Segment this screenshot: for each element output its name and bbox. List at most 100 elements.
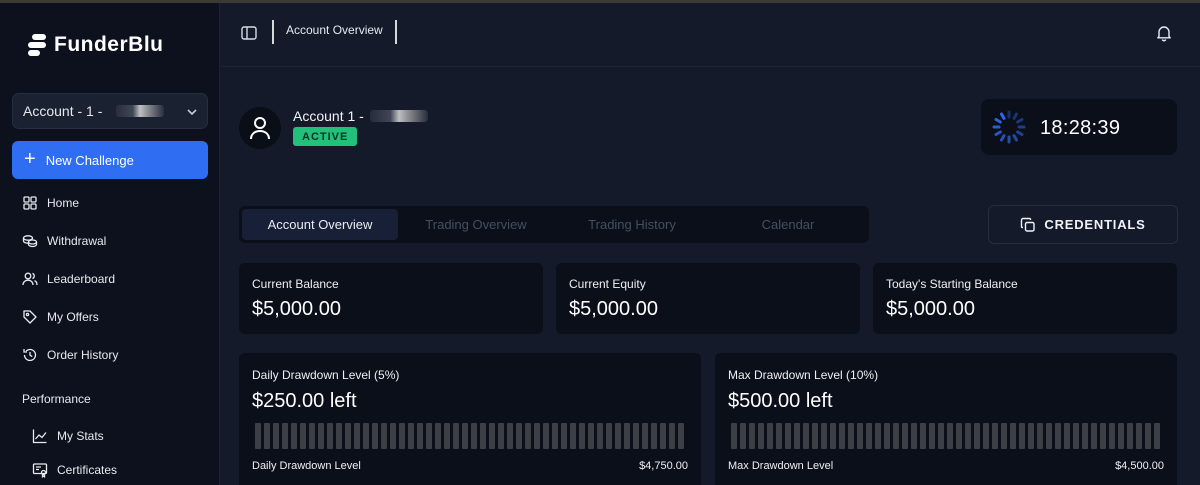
progress-segment [1046, 423, 1052, 449]
progress-segment [983, 423, 989, 449]
progress-segment [273, 423, 279, 449]
logo-mark-icon [28, 34, 48, 56]
progress-segment [803, 423, 809, 449]
progress-segment [507, 423, 513, 449]
progress-segment [965, 423, 971, 449]
spinner-segment [1000, 134, 1006, 142]
brand-name: FunderBlu [54, 33, 164, 56]
status-badge: ACTIVE [293, 127, 358, 146]
clock-time: 18:28:39 [1040, 117, 1121, 139]
progress-segment [947, 423, 953, 449]
progress-segment [1109, 423, 1115, 449]
progress-segment [830, 423, 836, 449]
progress-segment [651, 423, 657, 449]
drawdown-footer-value: $4,750.00 [639, 460, 688, 472]
progress-segment [660, 423, 666, 449]
drawdown-footer-label: Daily Drawdown Level [252, 460, 361, 472]
sidebar-item-home[interactable]: Home [22, 195, 79, 211]
progress-segment [552, 423, 558, 449]
sidebar: FunderBlu Account - 1 - + New Challenge … [0, 3, 220, 485]
sidebar-item-my-stats[interactable]: My Stats [32, 428, 104, 444]
progress-segment [1010, 423, 1016, 449]
progress-segment [1118, 423, 1124, 449]
sidebar-item-my-offers[interactable]: My Offers [22, 309, 99, 325]
certificate-icon [32, 463, 48, 478]
clock-card: 18:28:39 [981, 99, 1177, 155]
tab-calendar[interactable]: Calendar [710, 209, 866, 240]
stat-label: Today's Starting Balance [886, 277, 1018, 291]
spinner-segment [994, 118, 1002, 124]
account-name: Account 1 - [293, 108, 428, 124]
progress-segment [282, 423, 288, 449]
progress-segment [1154, 423, 1160, 449]
stat-value: $5,000.00 [252, 298, 341, 320]
spinner-segment [1016, 118, 1024, 124]
progress-segment [1100, 423, 1106, 449]
drawdown-progress-bar [255, 423, 684, 449]
new-challenge-button[interactable]: + New Challenge [12, 141, 208, 179]
history-icon [23, 348, 37, 362]
sidebar-item-order-history[interactable]: Order History [22, 347, 118, 363]
progress-segment [767, 423, 773, 449]
progress-segment [498, 423, 504, 449]
progress-segment [1028, 423, 1034, 449]
progress-segment [1073, 423, 1079, 449]
progress-segment [1136, 423, 1142, 449]
progress-segment [920, 423, 926, 449]
progress-segment [363, 423, 369, 449]
sidebar-item-label: Home [47, 196, 80, 210]
credentials-label: CREDENTIALS [1044, 217, 1146, 232]
progress-segment [381, 423, 387, 449]
progress-segment [444, 423, 450, 449]
progress-segment [974, 423, 980, 449]
sidebar-item-leaderboard[interactable]: Leaderboard [22, 271, 115, 287]
drawdown-footer-value: $4,500.00 [1115, 460, 1164, 472]
tab-trading-history[interactable]: Trading History [554, 209, 710, 240]
progress-segment [740, 423, 746, 449]
sidebar-toggle-icon[interactable] [239, 23, 259, 43]
progress-segment [902, 423, 908, 449]
top-header: Account Overview [221, 3, 1200, 67]
account-selector[interactable]: Account - 1 - [12, 93, 208, 129]
progress-segment [543, 423, 549, 449]
tab-trading-overview[interactable]: Trading Overview [398, 209, 554, 240]
progress-segment [1145, 423, 1151, 449]
progress-segment [1019, 423, 1025, 449]
sidebar-item-certificates[interactable]: Certificates [32, 462, 117, 478]
progress-segment [1037, 423, 1043, 449]
brand-logo[interactable]: FunderBlu [28, 33, 164, 57]
progress-segment [1082, 423, 1088, 449]
stat-value: $5,000.00 [886, 298, 975, 320]
progress-segment [408, 423, 414, 449]
progress-segment [291, 423, 297, 449]
progress-segment [866, 423, 872, 449]
new-challenge-label: New Challenge [45, 152, 134, 168]
progress-segment [1001, 423, 1007, 449]
tag-icon [23, 310, 37, 324]
progress-segment [776, 423, 782, 449]
plus-icon: + [24, 148, 36, 170]
progress-segment [426, 423, 432, 449]
progress-segment [318, 423, 324, 449]
progress-segment [1091, 423, 1097, 449]
tab-bar: Account Overview Trading Overview Tradin… [239, 206, 869, 243]
progress-segment [633, 423, 639, 449]
progress-segment [821, 423, 827, 449]
progress-segment [749, 423, 755, 449]
progress-segment [525, 423, 531, 449]
redacted-account-id [116, 105, 165, 117]
loading-spinner-icon [992, 110, 1026, 144]
progress-segment [471, 423, 477, 449]
sidebar-item-withdrawal[interactable]: Withdrawal [22, 233, 106, 249]
spinner-segment [1012, 134, 1018, 142]
stat-card-current-balance: Current Balance $5,000.00 [239, 263, 543, 334]
sidebar-item-label: Leaderboard [47, 272, 116, 286]
progress-segment [794, 423, 800, 449]
spinner-segment [1000, 112, 1006, 120]
bell-icon[interactable] [1155, 24, 1173, 42]
tab-account-overview[interactable]: Account Overview [242, 209, 398, 240]
credentials-button[interactable]: CREDENTIALS [988, 205, 1178, 244]
progress-segment [255, 423, 261, 449]
progress-segment [345, 423, 351, 449]
stat-card-current-equity: Current Equity $5,000.00 [556, 263, 860, 334]
